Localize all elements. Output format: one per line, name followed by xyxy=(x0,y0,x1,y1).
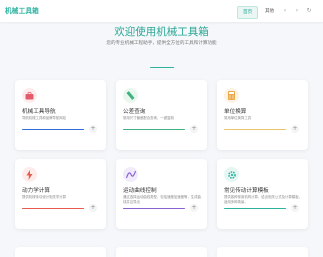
card-description: 导航机械工具和品牌导航网站 xyxy=(22,116,67,120)
card-tolerance-query[interactable]: 公差查询 常用尺寸偏差配合查询，一键复制 + xyxy=(116,80,207,150)
card-motion-curve-control[interactable]: 运动曲线控制 通过选择运动曲线类型，包括速度加速度等，生成曲线并且导出 + xyxy=(116,159,207,229)
back-icon[interactable]: ‹ xyxy=(281,5,289,17)
card-title: 机械工具导航 xyxy=(22,109,56,115)
toolbox-icon xyxy=(22,88,37,103)
card-partial[interactable] xyxy=(116,247,207,257)
card-accent-bar xyxy=(224,129,286,130)
card-unit-conversion[interactable]: 单位换算 常用单位换算工具 + xyxy=(217,80,308,150)
refresh-icon[interactable]: ↻ xyxy=(305,5,313,17)
title-divider xyxy=(150,67,174,69)
top-navigation-bar: 机械工具箱 首页 其他 ‹ › ↻ xyxy=(0,0,323,22)
card-accent-bar xyxy=(22,208,84,209)
forward-icon[interactable]: › xyxy=(293,5,301,17)
app-logo[interactable]: 机械工具箱 xyxy=(5,5,39,15)
open-card-button[interactable]: + xyxy=(89,125,97,133)
gear-icon xyxy=(224,167,239,182)
nav-other-button[interactable]: 其他 xyxy=(260,6,279,17)
open-card-button[interactable]: + xyxy=(89,204,97,212)
card-tool-navigation[interactable]: 机械工具导航 导航机械工具和品牌导航网站 + xyxy=(15,80,106,150)
open-card-button[interactable]: + xyxy=(190,204,198,212)
card-title: 公差查询 xyxy=(123,109,146,115)
open-card-button[interactable]: + xyxy=(291,125,299,133)
card-partial[interactable] xyxy=(217,247,308,257)
bolt-icon xyxy=(22,167,37,182)
card-accent-bar xyxy=(224,208,286,209)
card-title: 动力学计算 xyxy=(22,188,50,194)
card-dynamics-calculation[interactable]: 动力学计算 提供机械传动设计相关学计算 + xyxy=(15,159,106,229)
page-subtitle: 您的专业机械工程助手，提供全方位的工具和计算功能 xyxy=(106,41,217,46)
ruler-icon xyxy=(123,88,138,103)
card-transmission-templates[interactable]: 常见传动计算模板 提供各种常用机构计算，给出相关公式及计算模板，适用多种场景。 … xyxy=(217,159,308,229)
open-card-button[interactable]: + xyxy=(291,204,299,212)
card-description: 常用尺寸偏差配合查询，一键复制 xyxy=(123,116,174,120)
open-card-button[interactable]: + xyxy=(190,125,198,133)
card-partial[interactable] xyxy=(15,247,106,257)
curve-icon xyxy=(123,167,138,182)
card-title: 运动曲线控制 xyxy=(123,188,157,194)
card-title: 常见传动计算模板 xyxy=(224,188,269,194)
nav-home-button[interactable]: 首页 xyxy=(237,6,259,19)
page-title: 欢迎使用机械工具箱 xyxy=(114,26,209,38)
card-description: 常用单位换算工具 xyxy=(224,116,252,120)
card-accent-bar xyxy=(123,208,185,209)
card-accent-bar xyxy=(22,129,84,130)
card-title: 单位换算 xyxy=(224,109,247,115)
card-description: 提供机械传动设计相关学计算 xyxy=(22,195,67,199)
card-accent-bar xyxy=(123,129,185,130)
calculator-icon xyxy=(224,88,239,103)
